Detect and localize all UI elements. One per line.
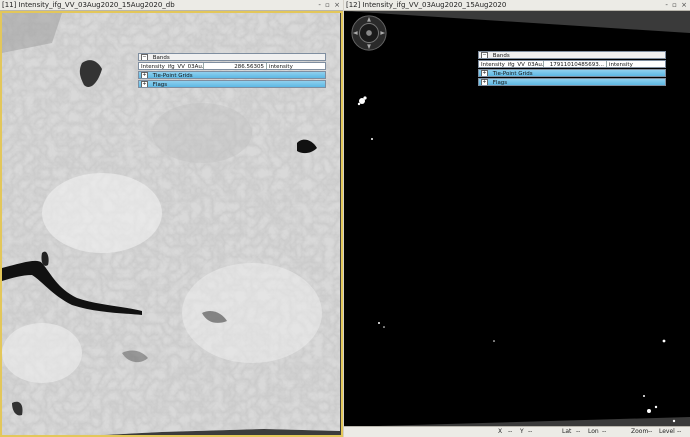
left-view-title-bar[interactable]: [11] Intensity_ifg_VV_03Aug2020_15Aug202… bbox=[0, 0, 343, 11]
status-y-value: -- bbox=[528, 428, 533, 435]
status-x-label: X bbox=[498, 428, 503, 435]
right-band-unit: intensity bbox=[609, 62, 633, 67]
right-window-controls[interactable]: - ▫ × bbox=[665, 0, 688, 10]
left-window-controls[interactable]: - ▫ × bbox=[318, 0, 341, 10]
left-band-row: Intensity_ifg_VV_03Au... 286.56305 inten… bbox=[138, 62, 326, 70]
right-bands-collapse-icon[interactable]: − bbox=[481, 52, 488, 58]
left-tiepoint-label: Tie-Point Grids bbox=[152, 73, 193, 79]
status-lon-label: Lon bbox=[588, 428, 599, 435]
status-y-label: Y bbox=[520, 428, 524, 435]
left-view-title: [11] Intensity_ifg_VV_03Aug2020_15Aug202… bbox=[2, 1, 175, 9]
right-view-title: [12] Intensity_ifg_VV_03Aug2020_15Aug202… bbox=[346, 1, 507, 9]
right-flags-header[interactable]: + Flags bbox=[478, 78, 666, 86]
left-image-view: [11] Intensity_ifg_VV_03Aug2020_15Aug202… bbox=[0, 0, 343, 437]
right-view-title-bar[interactable]: [12] Intensity_ifg_VV_03Aug2020_15Aug202… bbox=[344, 0, 690, 11]
right-bands-header[interactable]: − Bands bbox=[478, 51, 666, 59]
left-flags-label: Flags bbox=[152, 82, 168, 88]
right-image-canvas[interactable]: − Bands Intensity_ifg_VV_03Au... 1791101… bbox=[344, 11, 690, 427]
left-band-value: 286.56305 bbox=[204, 63, 267, 69]
status-level-label: Level bbox=[659, 428, 675, 435]
left-image-canvas[interactable]: − Bands Intensity_ifg_VV_03Au... 286.563… bbox=[0, 11, 343, 437]
right-bands-label: Bands bbox=[492, 53, 510, 59]
right-band-value: 17911010485693... bbox=[544, 61, 607, 67]
left-pixel-info-panel: − Bands Intensity_ifg_VV_03Au... 286.563… bbox=[138, 53, 326, 89]
right-pixel-info-panel: − Bands Intensity_ifg_VV_03Au... 1791101… bbox=[478, 51, 666, 87]
right-tiepoint-label: Tie-Point Grids bbox=[492, 71, 533, 77]
right-flags-expand-icon[interactable]: + bbox=[481, 79, 488, 85]
status-zoom-label: Zoom bbox=[631, 428, 649, 435]
left-flags-header[interactable]: + Flags bbox=[138, 80, 326, 88]
status-level-value: -- bbox=[677, 428, 682, 435]
right-flags-label: Flags bbox=[492, 80, 508, 86]
left-band-unit: intensity bbox=[269, 64, 293, 69]
left-band-name: Intensity_ifg_VV_03Au... bbox=[141, 63, 204, 69]
status-lat-label: Lat bbox=[562, 428, 572, 435]
right-tiepoint-header[interactable]: + Tie-Point Grids bbox=[478, 69, 666, 77]
left-bands-header[interactable]: − Bands bbox=[138, 53, 326, 61]
left-tiepoint-expand-icon[interactable]: + bbox=[141, 72, 148, 78]
left-bands-collapse-icon[interactable]: − bbox=[141, 54, 148, 60]
right-band-name: Intensity_ifg_VV_03Au... bbox=[481, 61, 544, 67]
left-bands-label: Bands bbox=[152, 55, 170, 61]
left-flags-expand-icon[interactable]: + bbox=[141, 81, 148, 87]
right-tiepoint-expand-icon[interactable]: + bbox=[481, 70, 488, 76]
status-lat-value: -- bbox=[576, 428, 581, 435]
status-x-value: -- bbox=[508, 428, 513, 435]
status-zoom-value: -- bbox=[648, 428, 653, 435]
right-band-row: Intensity_ifg_VV_03Au... 17911010485693.… bbox=[478, 60, 666, 68]
status-bar: X -- Y -- Lat -- Lon -- Zoom -- Level -- bbox=[344, 426, 690, 437]
status-lon-value: -- bbox=[602, 428, 607, 435]
right-image-view: [12] Intensity_ifg_VV_03Aug2020_15Aug202… bbox=[344, 0, 690, 437]
left-tiepoint-header[interactable]: + Tie-Point Grids bbox=[138, 71, 326, 79]
navigation-compass-icon[interactable] bbox=[350, 14, 388, 52]
